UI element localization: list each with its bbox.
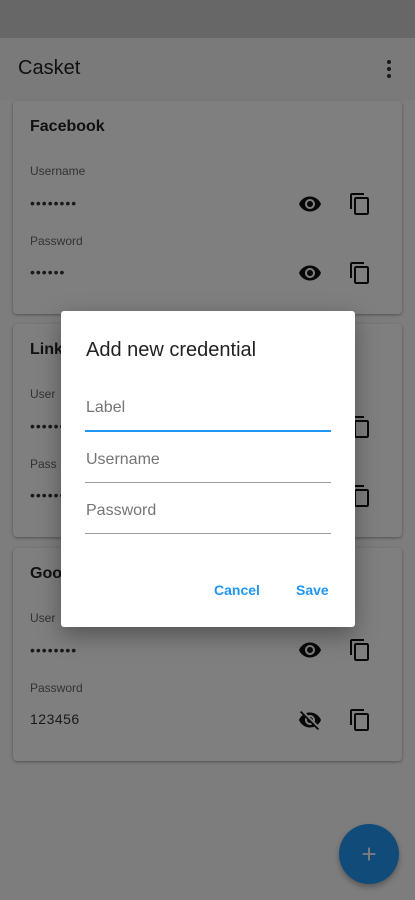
add-credential-dialog: Add new credential Cancel Save — [61, 311, 355, 627]
password-input[interactable] — [85, 494, 331, 534]
label-input[interactable] — [85, 392, 331, 432]
save-button[interactable]: Save — [296, 582, 329, 598]
cancel-button[interactable]: Cancel — [214, 582, 260, 598]
dialog-title: Add new credential — [86, 339, 257, 361]
username-input[interactable] — [85, 443, 331, 483]
